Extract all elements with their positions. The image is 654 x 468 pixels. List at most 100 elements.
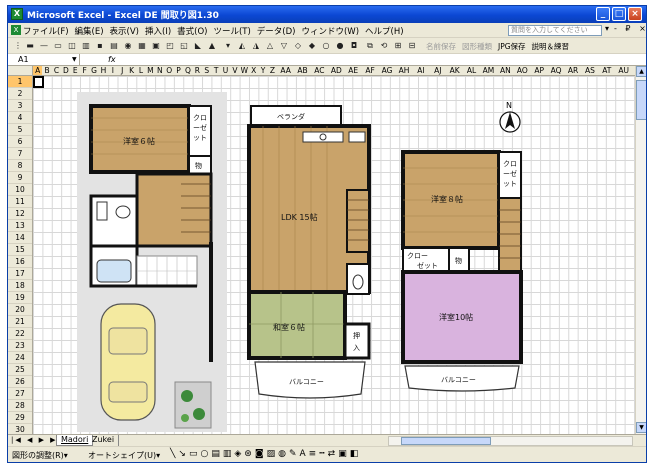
line-color-icon[interactable]: ✎ bbox=[289, 449, 297, 459]
floor-plan-1[interactable]: 洋室６帖 クロ ーゼ ット 物 bbox=[77, 92, 227, 432]
column-header[interactable]: L bbox=[136, 66, 145, 75]
row-header[interactable]: 20 bbox=[8, 304, 32, 316]
active-cell-a1[interactable] bbox=[33, 76, 44, 88]
column-header[interactable]: Q bbox=[183, 66, 192, 75]
pillar-icon[interactable]: ▪ bbox=[94, 40, 106, 51]
name-box-dropdown-icon[interactable]: ▼ bbox=[72, 54, 77, 65]
line-tool-icon[interactable]: ╲ bbox=[170, 449, 175, 459]
column-header[interactable]: AM bbox=[480, 66, 497, 75]
textbox-tool-icon[interactable]: ▤ bbox=[211, 449, 220, 459]
column-header[interactable]: N bbox=[155, 66, 164, 75]
name-box[interactable]: A1 bbox=[10, 54, 80, 65]
row-header[interactable]: 28 bbox=[8, 400, 32, 412]
row-header[interactable]: 15 bbox=[8, 244, 32, 256]
diagram-icon[interactable]: ⊛ bbox=[244, 449, 252, 459]
column-header[interactable]: AF bbox=[362, 66, 379, 75]
shadow-icon[interactable]: ▣ bbox=[338, 449, 347, 459]
workbook-icon[interactable]: X bbox=[11, 25, 21, 35]
maximize-button[interactable]: □ bbox=[612, 7, 626, 21]
column-header[interactable]: H bbox=[99, 66, 108, 75]
arrow-tool-icon[interactable]: ↘ bbox=[178, 449, 186, 459]
toolbar-handle-icon[interactable]: ⋮ bbox=[12, 40, 24, 51]
save-name-button[interactable]: 名前保存 bbox=[426, 41, 456, 52]
column-header[interactable]: V bbox=[230, 66, 239, 75]
column-header[interactable]: W bbox=[240, 66, 249, 75]
column-header[interactable]: AK bbox=[446, 66, 463, 75]
row-header[interactable]: 16 bbox=[8, 256, 32, 268]
column-header[interactable]: R bbox=[193, 66, 202, 75]
column-header[interactable]: G bbox=[89, 66, 98, 75]
help-question-input[interactable]: 質問を入力してください bbox=[508, 25, 602, 36]
row-header[interactable]: 17 bbox=[8, 268, 32, 280]
row-header[interactable]: 24 bbox=[8, 352, 32, 364]
distribute-icon[interactable]: ⊟ bbox=[406, 40, 418, 51]
column-header[interactable]: F bbox=[80, 66, 89, 75]
row-header[interactable]: 21 bbox=[8, 316, 32, 328]
row-header[interactable]: 13 bbox=[8, 220, 32, 232]
corner-icon[interactable]: ◣ bbox=[192, 40, 204, 51]
scroll-up-button[interactable]: ▲ bbox=[636, 66, 646, 77]
column-header[interactable]: O bbox=[164, 66, 173, 75]
column-header[interactable]: AR bbox=[565, 66, 582, 75]
jpg-save-button[interactable]: JPG保存 bbox=[498, 41, 526, 52]
line-style-icon[interactable]: ≡ bbox=[309, 449, 317, 459]
line-thick-icon[interactable]: ▬ bbox=[24, 40, 36, 51]
plan1-hall[interactable] bbox=[135, 172, 213, 248]
row-header[interactable]: 4 bbox=[8, 112, 32, 124]
row-header[interactable]: 14 bbox=[8, 232, 32, 244]
row-header[interactable]: 10 bbox=[8, 184, 32, 196]
shape-f-icon[interactable]: ◆ bbox=[306, 40, 318, 51]
menu-format[interactable]: 書式(O) bbox=[177, 25, 207, 37]
menu-edit[interactable]: 編集(E) bbox=[75, 25, 104, 37]
vertical-textbox-icon[interactable]: ▥ bbox=[223, 449, 232, 459]
window-part-icon[interactable]: ▥ bbox=[80, 40, 92, 51]
wordart-icon[interactable]: ◈ bbox=[234, 449, 241, 459]
column-header[interactable]: AH bbox=[396, 66, 413, 75]
column-header[interactable]: AQ bbox=[548, 66, 565, 75]
clipart-icon[interactable]: ◙ bbox=[255, 449, 264, 459]
group-icon[interactable]: ⧉ bbox=[364, 40, 376, 51]
column-header[interactable]: AI bbox=[412, 66, 429, 75]
column-header[interactable]: S bbox=[202, 66, 211, 75]
shape-i-icon[interactable]: ◘ bbox=[348, 40, 360, 51]
arrow-style-icon[interactable]: ⇄ bbox=[328, 449, 336, 459]
shape-c-icon[interactable]: △ bbox=[264, 40, 276, 51]
compass-icon[interactable]: ◉ bbox=[122, 40, 134, 51]
menu-window[interactable]: ウィンドウ(W) bbox=[301, 25, 359, 37]
horizontal-scrollbar[interactable] bbox=[388, 436, 633, 446]
dash-style-icon[interactable]: ┅ bbox=[319, 449, 324, 459]
car-icon[interactable]: ▲ bbox=[206, 40, 218, 51]
column-header[interactable]: AP bbox=[531, 66, 548, 75]
floor-plan-2[interactable]: ベランダ LDK 15帖 和室６帖 押 入 バルコニー bbox=[245, 104, 381, 406]
help-practice-button[interactable]: 説明＆練習 bbox=[532, 41, 570, 52]
column-header[interactable]: AA bbox=[277, 66, 294, 75]
column-header[interactable]: AJ bbox=[429, 66, 446, 75]
document-window-controls[interactable]: - ₽ × bbox=[614, 24, 646, 33]
row-header[interactable]: 12 bbox=[8, 208, 32, 220]
bath-icon[interactable]: ◰ bbox=[164, 40, 176, 51]
column-header[interactable]: AS bbox=[581, 66, 598, 75]
plan3-stairs[interactable] bbox=[498, 197, 522, 273]
row-header[interactable]: 6 bbox=[8, 136, 32, 148]
formula-input[interactable] bbox=[122, 54, 642, 65]
row-header[interactable]: 1 bbox=[8, 76, 32, 88]
column-header[interactable]: M bbox=[146, 66, 155, 75]
autoshape-menu[interactable]: オートシェイプ(U)▾ bbox=[88, 450, 160, 461]
row-header[interactable]: 19 bbox=[8, 292, 32, 304]
close-button[interactable]: × bbox=[628, 7, 642, 21]
horizontal-scroll-thumb[interactable] bbox=[401, 437, 491, 445]
row-header[interactable]: 22 bbox=[8, 328, 32, 340]
row-header[interactable]: 26 bbox=[8, 376, 32, 388]
wall-icon[interactable]: ▭ bbox=[52, 40, 64, 51]
insert-function-button[interactable]: fx bbox=[108, 54, 116, 65]
shape-b-icon[interactable]: ◮ bbox=[250, 40, 262, 51]
door-icon[interactable]: ◫ bbox=[66, 40, 78, 51]
column-header[interactable]: K bbox=[127, 66, 136, 75]
column-header[interactable]: B bbox=[42, 66, 51, 75]
select-all-corner[interactable] bbox=[8, 66, 33, 75]
row-header[interactable]: 23 bbox=[8, 340, 32, 352]
table-icon[interactable]: ▦ bbox=[136, 40, 148, 51]
column-header[interactable]: AD bbox=[328, 66, 345, 75]
floor-plan-3[interactable]: 洋室８帖 クロ ーゼ ット クロー ゼット 物 洋室10帖 バルコニー bbox=[399, 148, 529, 394]
scroll-down-button[interactable]: ▼ bbox=[636, 422, 646, 433]
